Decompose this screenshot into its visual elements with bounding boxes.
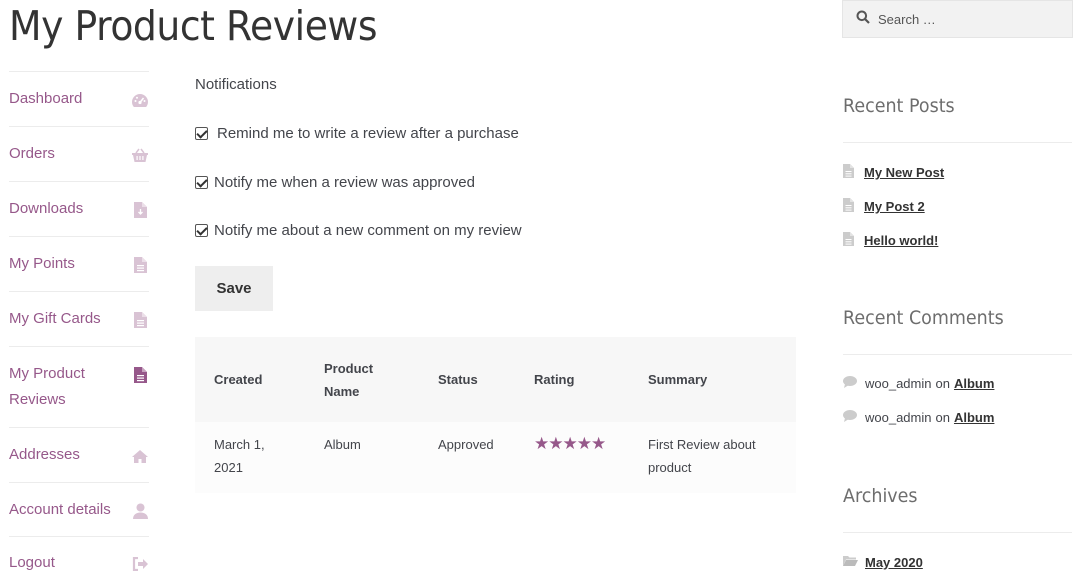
nav-item-label: My Points xyxy=(9,255,75,272)
archives-heading: Archives xyxy=(843,485,918,507)
comment-icon xyxy=(843,410,857,425)
remind-review-option[interactable]: Remind me to write a review after a purc… xyxy=(195,125,519,142)
folder-icon xyxy=(843,555,858,570)
save-button[interactable]: Save xyxy=(195,266,273,311)
archive-item: May 2020 xyxy=(843,555,923,570)
basket-icon xyxy=(131,146,149,164)
search-icon xyxy=(856,10,870,29)
comment-author: woo_admin xyxy=(865,410,932,425)
recent-post-item: Hello world! xyxy=(843,232,938,249)
recent-comments-heading: Recent Comments xyxy=(843,307,1004,329)
nav-item-label: Orders xyxy=(9,145,55,162)
recent-comment-item: woo_admin on Album xyxy=(843,410,994,425)
notify-comment-label: Notify me about a new comment on my revi… xyxy=(214,222,522,239)
nav-item-orders[interactable]: Orders xyxy=(9,126,149,181)
column-header-summary: Summary xyxy=(629,337,796,422)
column-header-created: Created xyxy=(195,337,305,422)
divider xyxy=(843,532,1072,533)
nav-item-addresses[interactable]: Addresses xyxy=(9,427,149,482)
search-input[interactable] xyxy=(878,11,1058,27)
comment-on-text: on xyxy=(935,376,950,391)
nav-item-account-details[interactable]: Account details xyxy=(9,482,149,536)
comment-on-text: on xyxy=(935,410,950,425)
nav-item-label: My Gift Cards xyxy=(9,310,101,327)
nav-item-my-points[interactable]: My Points xyxy=(9,236,149,291)
notifications-heading: Notifications xyxy=(195,76,277,93)
remind-review-checkbox[interactable] xyxy=(195,127,208,140)
recent-post-link[interactable]: My Post 2 xyxy=(864,199,925,214)
recent-post-link[interactable]: My New Post xyxy=(864,165,944,180)
nav-item-my-gift-cards[interactable]: My Gift Cards xyxy=(9,291,149,346)
column-header-status: Status xyxy=(419,337,515,422)
document-icon xyxy=(843,232,854,249)
nav-item-label: Addresses xyxy=(9,446,80,463)
notify-approved-label: Notify me when a review was approved xyxy=(214,174,475,191)
cell-summary: First Review about product xyxy=(629,422,796,493)
nav-item-logout[interactable]: Logout xyxy=(9,536,149,575)
divider xyxy=(843,142,1072,143)
comment-post-link[interactable]: Album xyxy=(954,376,994,391)
file-icon xyxy=(131,256,149,274)
notify-comment-option[interactable]: Notify me about a new comment on my revi… xyxy=(195,222,522,239)
cell-status: Approved xyxy=(419,422,515,493)
recent-post-item: My Post 2 xyxy=(843,198,925,215)
cell-created: March 1, 2021 xyxy=(195,422,305,493)
recent-post-link[interactable]: Hello world! xyxy=(864,233,938,248)
recent-posts-heading: Recent Posts xyxy=(843,95,955,117)
document-icon xyxy=(843,164,854,181)
column-header-product-name: Product Name xyxy=(305,337,419,422)
nav-item-label: Logout xyxy=(9,554,55,571)
divider xyxy=(843,354,1072,355)
comment-icon xyxy=(843,376,857,391)
comment-post-link[interactable]: Album xyxy=(954,410,994,425)
remind-review-label: Remind me to write a review after a purc… xyxy=(217,125,519,142)
notify-approved-option[interactable]: Notify me when a review was approved xyxy=(195,174,475,191)
star-rating: ★★★★★ xyxy=(534,434,606,453)
reviews-table: Created Product Name Status Rating Summa… xyxy=(195,337,796,493)
file-download-icon xyxy=(131,201,149,219)
nav-item-label: Dashboard xyxy=(9,90,83,107)
recent-comment-item: woo_admin on Album xyxy=(843,376,994,391)
nav-item-label: My Product Reviews xyxy=(9,365,85,408)
search-form xyxy=(842,0,1073,38)
sign-out-icon xyxy=(131,555,149,573)
table-header-row: Created Product Name Status Rating Summa… xyxy=(195,337,796,422)
nav-item-dashboard[interactable]: Dashboard xyxy=(9,71,149,126)
archive-link[interactable]: May 2020 xyxy=(865,555,923,570)
nav-item-label: Account details xyxy=(9,501,111,518)
table-row: March 1, 2021 Album Approved ★★★★★ First… xyxy=(195,422,796,493)
file-icon xyxy=(131,366,149,384)
recent-post-item: My New Post xyxy=(843,164,944,181)
notify-approved-checkbox[interactable] xyxy=(195,176,208,189)
account-navigation: Dashboard Orders Downloads My Points My … xyxy=(9,71,149,575)
cell-rating: ★★★★★ xyxy=(515,422,629,493)
nav-item-downloads[interactable]: Downloads xyxy=(9,181,149,236)
column-header-rating: Rating xyxy=(515,337,629,422)
home-icon xyxy=(131,447,149,465)
nav-item-my-product-reviews[interactable]: My Product Reviews xyxy=(9,346,149,427)
document-icon xyxy=(843,198,854,215)
page-title: My Product Reviews xyxy=(9,2,378,50)
notify-comment-checkbox[interactable] xyxy=(195,224,208,237)
cell-product-name: Album xyxy=(305,422,419,493)
comment-author: woo_admin xyxy=(865,376,932,391)
nav-item-label: Downloads xyxy=(9,200,84,217)
dashboard-icon xyxy=(131,91,149,109)
user-icon xyxy=(131,502,149,520)
file-icon xyxy=(131,311,149,329)
